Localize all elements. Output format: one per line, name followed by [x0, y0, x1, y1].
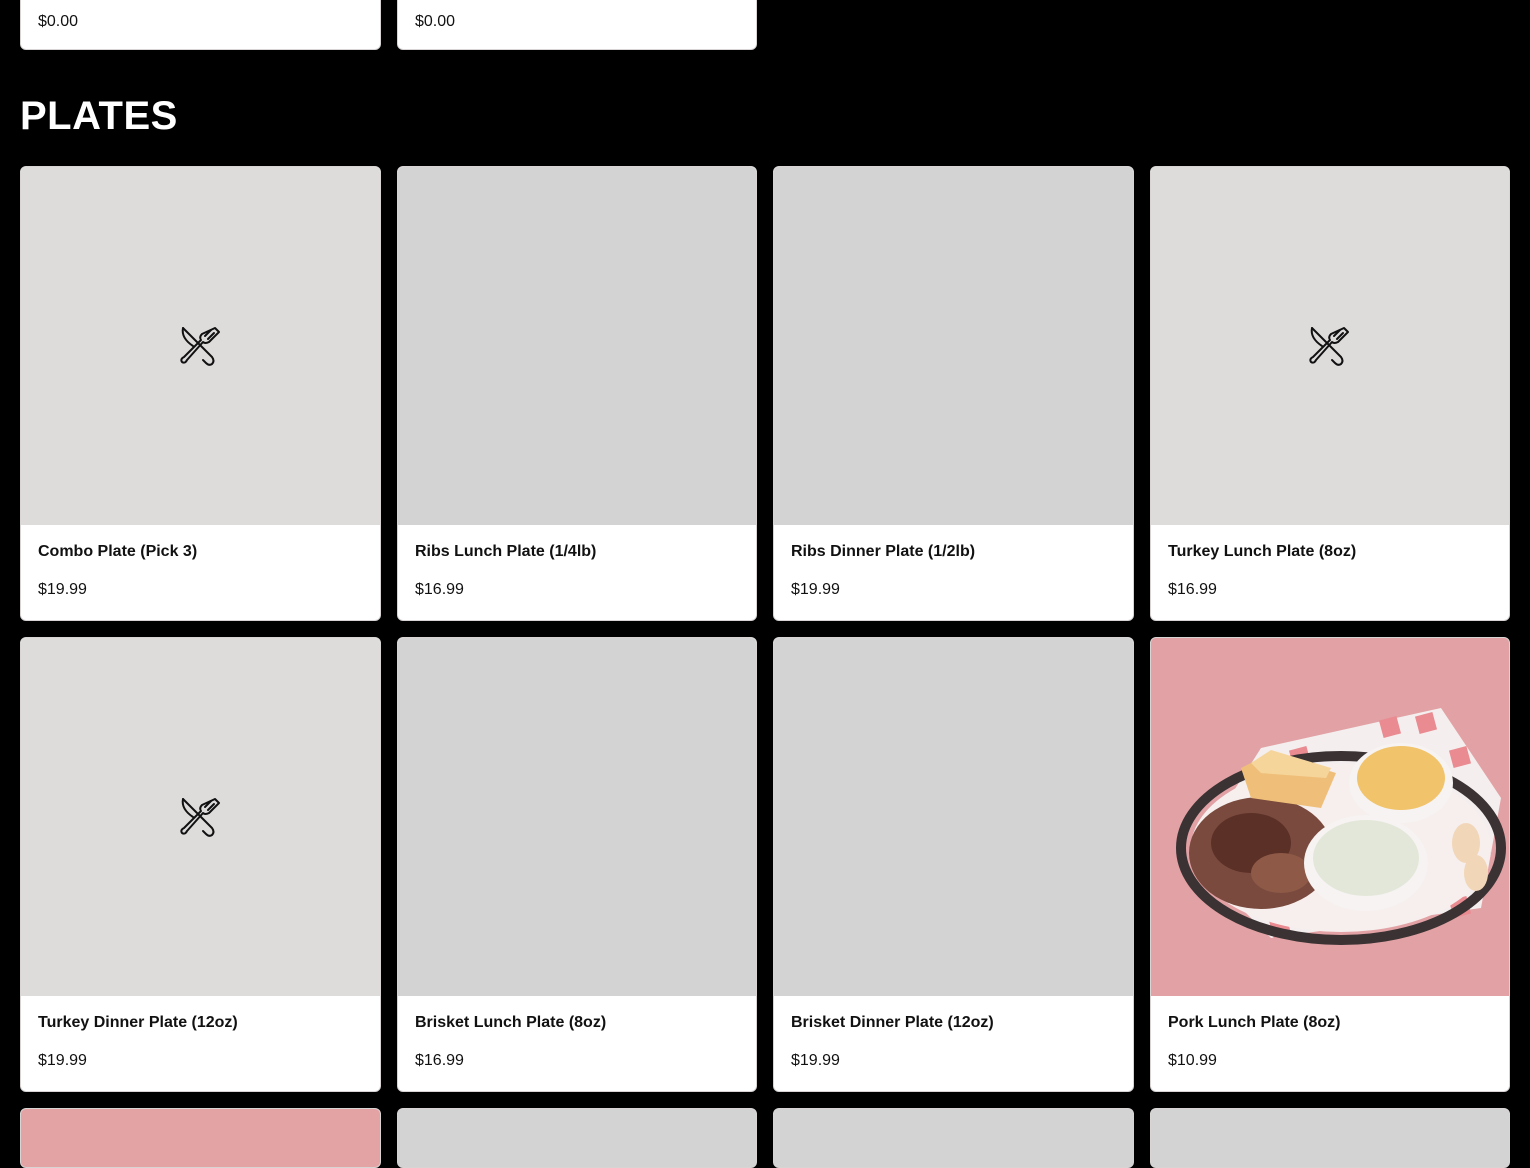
utensils-icon: [179, 798, 220, 837]
item-image-placeholder: [1151, 167, 1509, 525]
item-image: [774, 167, 1133, 525]
menu-item-card[interactable]: [1150, 1108, 1510, 1168]
menu-item-card[interactable]: $0.00: [20, 0, 381, 50]
item-price: $16.99: [1168, 581, 1217, 598]
item-image-placeholder: [21, 167, 380, 525]
menu-item-card[interactable]: Ribs Dinner Plate (1/2lb) $19.99: [773, 166, 1134, 621]
item-name: Pork Lunch Plate (8oz): [1168, 1014, 1341, 1031]
item-price: $19.99: [791, 1052, 840, 1069]
item-price: $10.99: [1168, 1052, 1217, 1069]
menu-item-card[interactable]: Turkey Lunch Plate (8oz) $16.99: [1150, 166, 1510, 621]
item-name: Ribs Dinner Plate (1/2lb): [791, 543, 976, 560]
menu-item-card[interactable]: Combo Plate (Pick 3) $19.99: [20, 166, 381, 621]
menu-item-card[interactable]: Pork Lunch Plate (8oz) $10.99: [1150, 637, 1510, 1092]
item-name: Turkey Dinner Plate (12oz): [38, 1014, 238, 1031]
menu-item-card[interactable]: $0.00: [397, 0, 757, 50]
utensils-icon: [179, 327, 220, 366]
item-image: [398, 638, 756, 996]
utensils-icon: [1309, 327, 1349, 366]
item-price: $19.99: [38, 1052, 87, 1069]
item-name: Brisket Dinner Plate (12oz): [791, 1014, 994, 1031]
food-photo: [1151, 638, 1509, 996]
item-price: $19.99: [38, 581, 87, 598]
item-name: Turkey Lunch Plate (8oz): [1168, 543, 1357, 560]
item-image-placeholder: [21, 638, 380, 996]
item-price: $0.00: [415, 13, 456, 30]
menu-item-card[interactable]: [773, 1108, 1134, 1168]
item-price: $16.99: [415, 1052, 464, 1069]
section-title: PLATES: [20, 94, 178, 138]
menu-item-card[interactable]: [20, 1108, 381, 1168]
item-name: Brisket Lunch Plate (8oz): [415, 1014, 607, 1031]
menu-item-card[interactable]: Brisket Dinner Plate (12oz) $19.99: [773, 637, 1134, 1092]
item-price: $19.99: [791, 581, 840, 598]
item-image: [774, 638, 1133, 996]
item-image: [398, 167, 756, 525]
food-photo-illustration: [1151, 638, 1509, 996]
menu-item-card[interactable]: Brisket Lunch Plate (8oz) $16.99: [397, 637, 757, 1092]
item-price: $16.99: [415, 581, 464, 598]
item-name: Ribs Lunch Plate (1/4lb): [415, 543, 597, 560]
menu-item-card[interactable]: [397, 1108, 757, 1168]
item-name: Combo Plate (Pick 3): [38, 543, 198, 560]
menu-item-card[interactable]: Turkey Dinner Plate (12oz) $19.99: [20, 637, 381, 1092]
item-price: $0.00: [38, 13, 79, 30]
menu-item-card[interactable]: Ribs Lunch Plate (1/4lb) $16.99: [397, 166, 757, 621]
